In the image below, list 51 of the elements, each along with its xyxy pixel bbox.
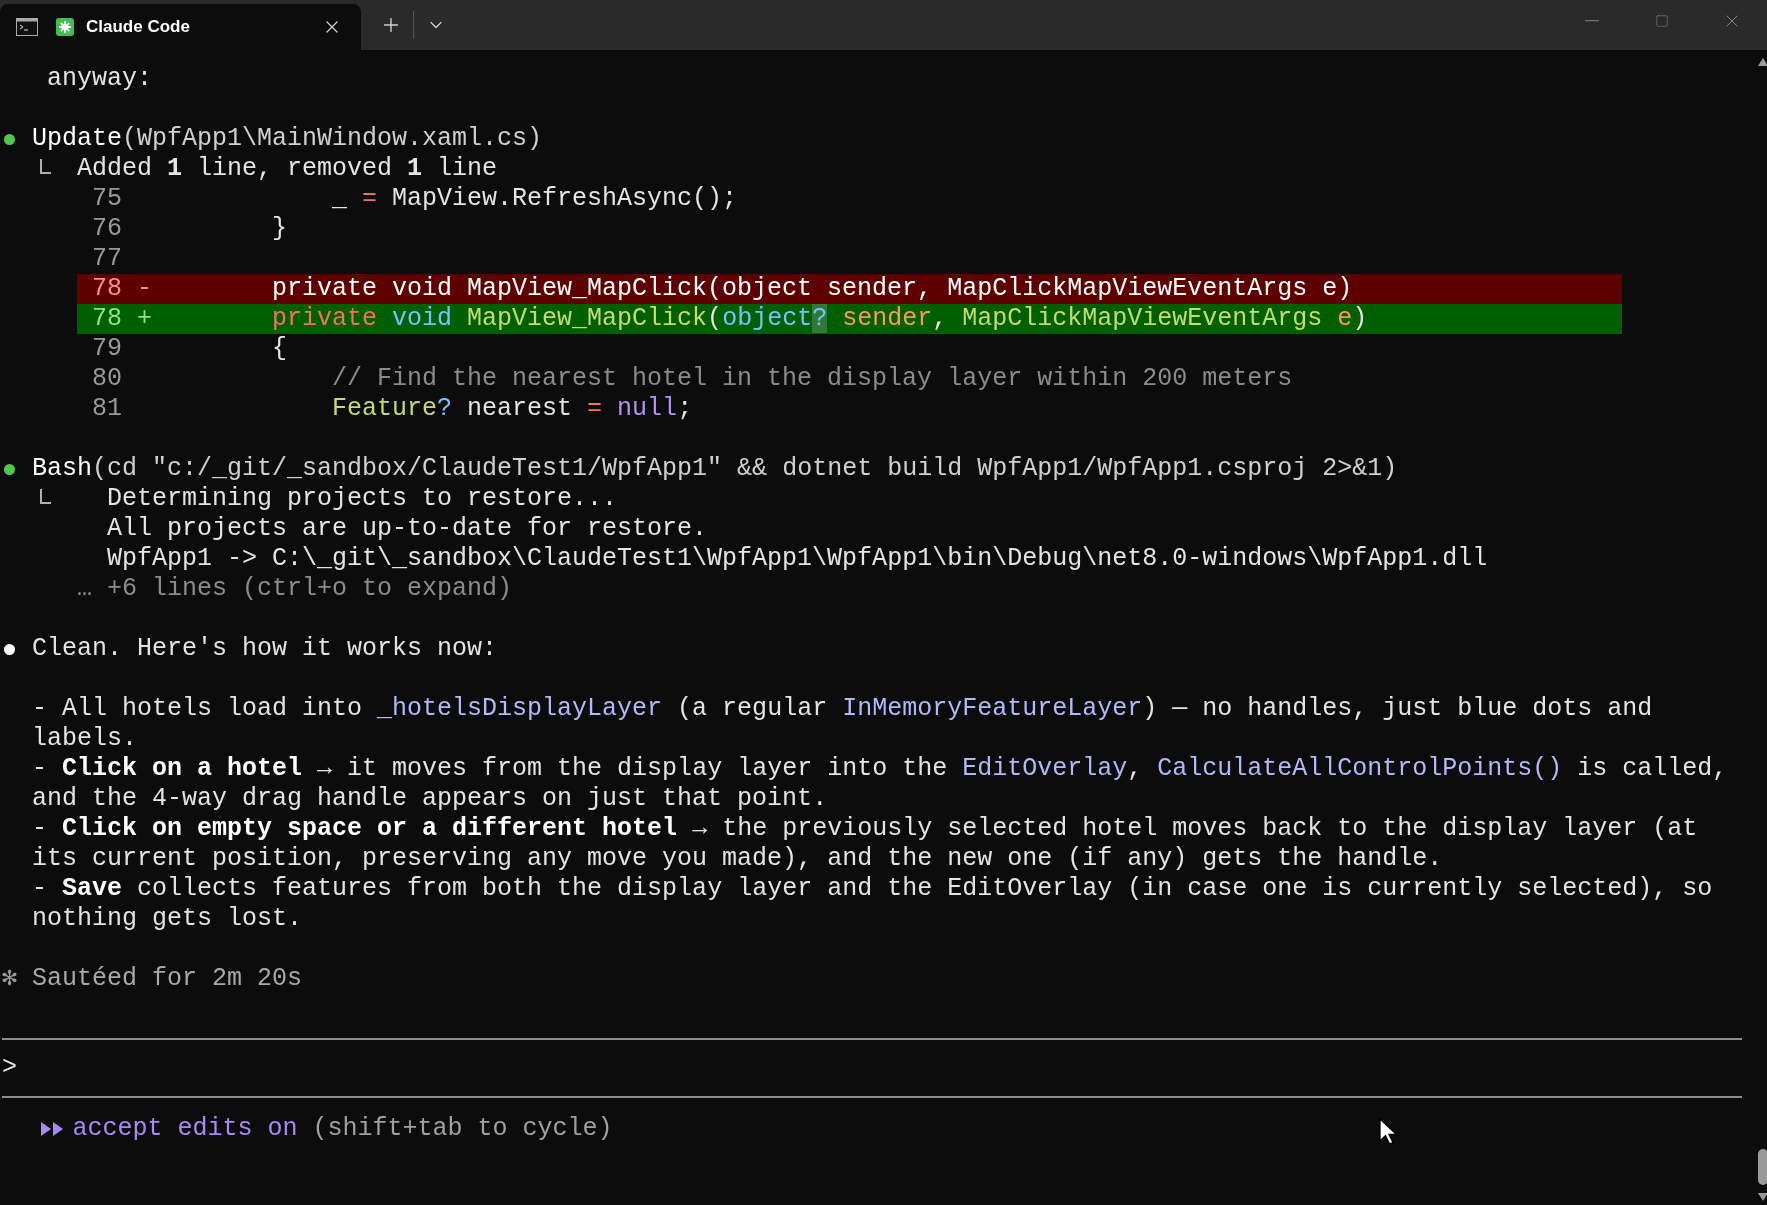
tool-arguments: (cd "c:/_git/_sandbox/ClaudeTest1/WpfApp1" && dotnet build WpfApp1/WpfApp1.csproj 2>&1): [92, 454, 1398, 484]
output-line: All projects are up-to-date for restore.: [107, 514, 708, 544]
code-line: {: [271, 334, 288, 364]
tool-arguments: (WpfApp1\MainWindow.xaml.cs): [122, 124, 543, 154]
diff-sign: -: [137, 274, 152, 304]
line-number: 76: [92, 214, 122, 244]
bullet-paragraph: - Click on empty space or a different hotel → the previously selected hotel moves back to the display layer (at its current position, preserving any move you made), and the new one (if any) gets the handle.: [32, 814, 1699, 874]
scrollbar-thumb[interactable]: [1758, 1149, 1767, 1185]
prompt-symbol: >: [2, 1053, 17, 1083]
line-number: 81: [92, 394, 122, 424]
code-line: _ = MapView.RefreshAsync();: [331, 184, 738, 214]
line-number: 79: [92, 334, 122, 364]
mode-hint: (shift+tab to cycle): [312, 1114, 613, 1144]
diff-sign: +: [137, 304, 152, 334]
output-line: Determining projects to restore...: [107, 484, 618, 514]
message-text: Clean. Here's how it works now:: [32, 634, 498, 664]
spinner-glyph: ✻: [2, 964, 19, 994]
bullet-paragraph: - Click on a hotel → it moves from the display layer into the EditOverlay, CalculateAllControlPoints() is called, and the 4-way drag handle appears on just that point.: [32, 754, 1729, 814]
code-line: private void MapView_MapClick(object? sender, MapClickMapViewEventArgs e): [271, 304, 1368, 334]
prompt-input[interactable]: >: [2, 1038, 1743, 1098]
result-summary: Added 1 line, removed 1 line: [77, 154, 498, 184]
mouse-pointer-icon: [1379, 1118, 1399, 1146]
scroll-down-icon[interactable]: [1758, 1193, 1767, 1201]
bullet-paragraph: - Save collects features from both the display layer and the EditOverlay (in case one is currently selected), so nothing gets lost.: [32, 874, 1714, 934]
terminal-icon: [16, 18, 38, 36]
code-line: Feature? nearest = null;: [331, 394, 693, 424]
code-line: }: [271, 214, 288, 244]
tab-title: Claude Code: [86, 17, 191, 37]
line-number: 75: [92, 184, 122, 214]
status-text: Sautéed for 2m 20s: [32, 964, 303, 994]
branch-icon: [40, 158, 51, 174]
code-line: private void MapView_MapClick(object sender, MapClickMapViewEventArgs e): [271, 274, 1353, 304]
code-line: // Find the nearest hotel in the display layer within 200 meters: [331, 364, 1293, 394]
bullet-paragraph: - All hotels load into _hotelsDisplayLayer (a regular InMemoryFeatureLayer) — no handles, just blue dots and labels.: [32, 694, 1654, 754]
line-number: 80: [92, 364, 122, 394]
line-number: 77: [92, 244, 122, 274]
maximize-icon: [1655, 14, 1669, 28]
line-number: 78: [92, 304, 122, 334]
output-line: WpfApp1 -> C:\_git\_sandbox\ClaudeTest1\WpfApp1\WpfApp1\bin\Debug\net8.0-windows\WpfApp1.dll: [107, 544, 1488, 574]
fast-forward-icon: [39, 1121, 65, 1137]
collapsed-lines-hint: … +6 lines (ctrl+o to expand): [77, 574, 513, 604]
mode-label: accept edits on: [72, 1114, 298, 1144]
scroll-up-icon[interactable]: [1758, 58, 1767, 66]
terminal-tab[interactable]: Claude Code: [0, 4, 361, 50]
line-number: 78: [92, 274, 122, 304]
asterisk-app-icon: [56, 18, 74, 36]
message-text: anyway:: [47, 64, 153, 94]
tool-name: Bash: [32, 454, 92, 484]
branch-icon: [40, 488, 51, 504]
minimize-icon: [1585, 20, 1599, 22]
tool-name: Update: [32, 124, 122, 154]
